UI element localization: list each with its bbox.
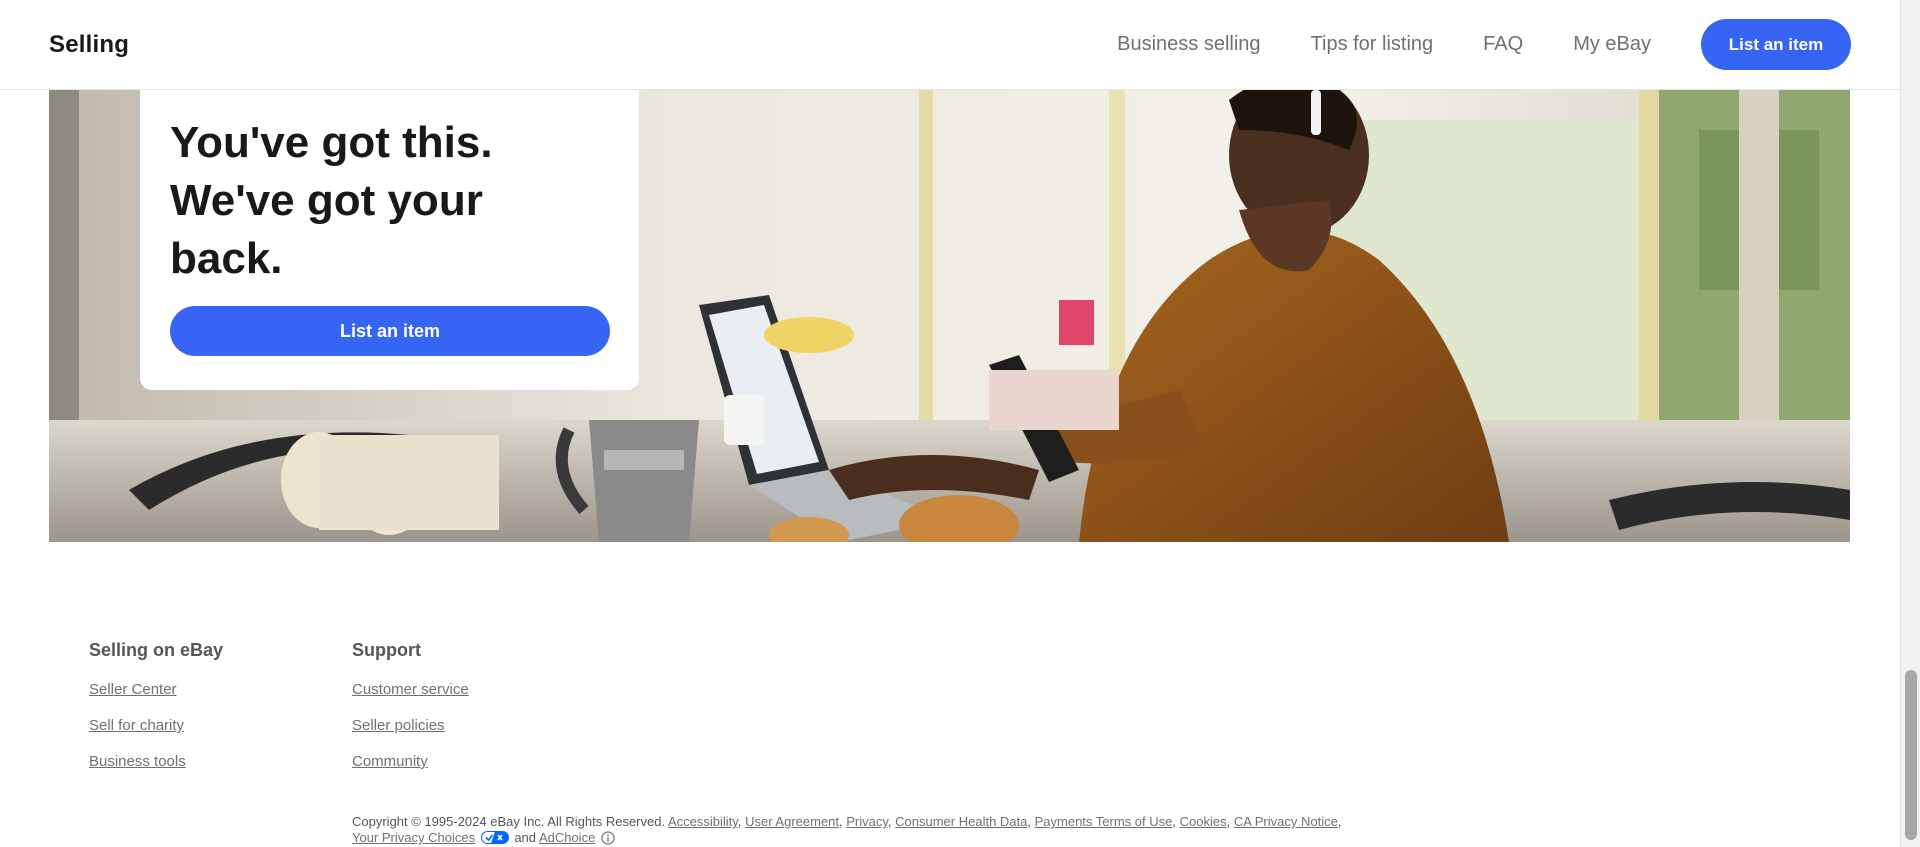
footer-support-column: Support Customer service Seller policies… xyxy=(352,640,469,789)
legal-link-ca-privacy-notice[interactable]: CA Privacy Notice xyxy=(1234,814,1338,829)
hero-banner: You've got this. We've got your back. Li… xyxy=(49,90,1850,542)
top-header: Selling Business selling Tips for listin… xyxy=(0,0,1900,90)
legal-and-text: and xyxy=(514,830,537,845)
top-nav: Business selling Tips for listing FAQ My… xyxy=(1117,19,1851,70)
scrollbar-thumb[interactable] xyxy=(1905,670,1917,840)
brand-title[interactable]: Selling xyxy=(49,31,129,59)
hero-title-line-1: You've got this. xyxy=(170,118,493,167)
footer-link-business-tools[interactable]: Business tools xyxy=(89,753,223,770)
header-list-item-button[interactable]: List an item xyxy=(1701,19,1851,70)
legal-link-cookies[interactable]: Cookies xyxy=(1180,814,1227,829)
copyright-text: Copyright © 1995-2024 eBay Inc. All Righ… xyxy=(352,814,666,829)
footer-selling-column: Selling on eBay Seller Center Sell for c… xyxy=(89,640,223,789)
legal-link-consumer-health-data[interactable]: Consumer Health Data xyxy=(895,814,1027,829)
info-icon[interactable] xyxy=(601,831,615,845)
hero-card: You've got this. We've got your back. Li… xyxy=(140,90,639,390)
nav-faq[interactable]: FAQ xyxy=(1483,33,1523,56)
legal-copyright: Copyright © 1995-2024 eBay Inc. All Righ… xyxy=(352,814,1342,845)
legal-link-payments-terms[interactable]: Payments Terms of Use xyxy=(1035,814,1173,829)
legal-link-privacy[interactable]: Privacy xyxy=(846,814,888,829)
footer-heading-support: Support xyxy=(352,640,421,660)
hero-title-line-3: back. xyxy=(170,234,283,283)
footer-link-customer-service[interactable]: Customer service xyxy=(352,681,469,698)
legal-link-adchoice[interactable]: AdChoice xyxy=(539,830,595,845)
hero-title-line-2: We've got your xyxy=(170,176,483,225)
footer-link-community[interactable]: Community xyxy=(352,753,469,770)
nav-tips-for-listing[interactable]: Tips for listing xyxy=(1311,33,1434,56)
hero-title: You've got this. We've got your back. xyxy=(170,114,590,288)
footer-link-sell-for-charity[interactable]: Sell for charity xyxy=(89,717,223,734)
legal-link-privacy-choices[interactable]: Your Privacy Choices xyxy=(352,830,475,845)
footer-heading-selling: Selling on eBay xyxy=(89,640,224,660)
hero-list-item-button[interactable]: List an item xyxy=(170,306,610,356)
privacy-choices-toggle-icon xyxy=(480,831,509,844)
nav-business-selling[interactable]: Business selling xyxy=(1117,33,1260,56)
legal-link-accessibility[interactable]: Accessibility xyxy=(668,814,738,829)
legal-link-user-agreement[interactable]: User Agreement xyxy=(745,814,839,829)
page-scrollbar[interactable] xyxy=(1900,0,1920,847)
selling-page: Selling Business selling Tips for listin… xyxy=(0,0,1920,847)
footer-link-seller-policies[interactable]: Seller policies xyxy=(352,717,469,734)
footer-link-seller-center[interactable]: Seller Center xyxy=(89,681,223,698)
nav-my-ebay[interactable]: My eBay xyxy=(1573,33,1651,56)
